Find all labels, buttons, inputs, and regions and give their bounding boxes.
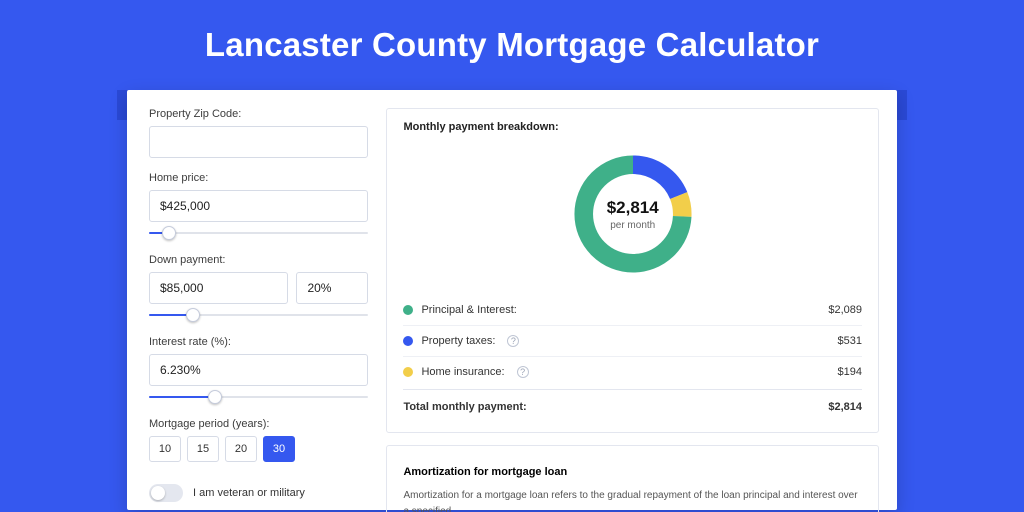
veteran-row: I am veteran or military [149, 484, 368, 502]
legend-label: Principal & Interest: [421, 304, 516, 316]
legend-value: $531 [838, 335, 862, 347]
legend-dot-icon [403, 367, 413, 377]
rate-slider[interactable] [149, 390, 368, 404]
zip-group: Property Zip Code: [149, 108, 368, 158]
price-label: Home price: [149, 172, 368, 184]
period-option-30[interactable]: 30 [263, 436, 295, 462]
veteran-toggle[interactable] [149, 484, 183, 502]
veteran-label: I am veteran or military [193, 487, 305, 499]
legend-value: $194 [838, 366, 862, 378]
donut-chart: $2,814 per month [568, 149, 698, 279]
period-option-20[interactable]: 20 [225, 436, 257, 462]
period-option-10[interactable]: 10 [149, 436, 181, 462]
help-icon[interactable]: ? [517, 366, 529, 378]
legend-dot-icon [403, 336, 413, 346]
down-label: Down payment: [149, 254, 368, 266]
donut-sub: per month [610, 220, 655, 231]
legend-label: Home insurance: [421, 366, 504, 378]
total-label: Total monthly payment: [403, 401, 526, 413]
breakdown-title: Monthly payment breakdown: [403, 121, 862, 133]
price-slider[interactable] [149, 226, 368, 240]
legend-value: $2,089 [828, 304, 862, 316]
down-percent-input[interactable] [296, 272, 368, 304]
price-group: Home price: [149, 172, 368, 240]
results-column: Monthly payment breakdown: $2,814 per mo… [386, 108, 879, 510]
form-column: Property Zip Code: Home price: Down paym… [149, 108, 368, 510]
calculator-card: Property Zip Code: Home price: Down paym… [127, 90, 897, 510]
amortization-panel: Amortization for mortgage loan Amortizat… [386, 445, 879, 512]
period-label: Mortgage period (years): [149, 418, 368, 430]
page-title: Lancaster County Mortgage Calculator [0, 0, 1024, 90]
legend-row: Principal & Interest: $2,089 [403, 295, 862, 325]
down-amount-input[interactable] [149, 272, 288, 304]
period-options: 10152030 [149, 436, 368, 462]
down-slider[interactable] [149, 308, 368, 322]
rate-group: Interest rate (%): [149, 336, 368, 404]
period-group: Mortgage period (years): 10152030 [149, 418, 368, 462]
period-option-15[interactable]: 15 [187, 436, 219, 462]
legend: Principal & Interest: $2,089 Property taxe… [403, 295, 862, 387]
total-value: $2,814 [828, 401, 862, 413]
legend-row: Home insurance:? $194 [403, 356, 862, 387]
donut-total: $2,814 [607, 198, 659, 218]
rate-label: Interest rate (%): [149, 336, 368, 348]
donut-wrap: $2,814 per month [403, 143, 862, 295]
help-icon[interactable]: ? [507, 335, 519, 347]
zip-label: Property Zip Code: [149, 108, 368, 120]
down-group: Down payment: [149, 254, 368, 322]
price-input[interactable] [149, 190, 368, 222]
amortization-body: Amortization for a mortgage loan refers … [403, 488, 862, 512]
legend-row: Property taxes:? $531 [403, 325, 862, 356]
breakdown-panel: Monthly payment breakdown: $2,814 per mo… [386, 108, 879, 433]
amortization-title: Amortization for mortgage loan [403, 466, 862, 478]
rate-input[interactable] [149, 354, 368, 386]
total-row: Total monthly payment: $2,814 [403, 389, 862, 422]
legend-dot-icon [403, 305, 413, 315]
zip-input[interactable] [149, 126, 368, 158]
legend-label: Property taxes: [421, 335, 495, 347]
